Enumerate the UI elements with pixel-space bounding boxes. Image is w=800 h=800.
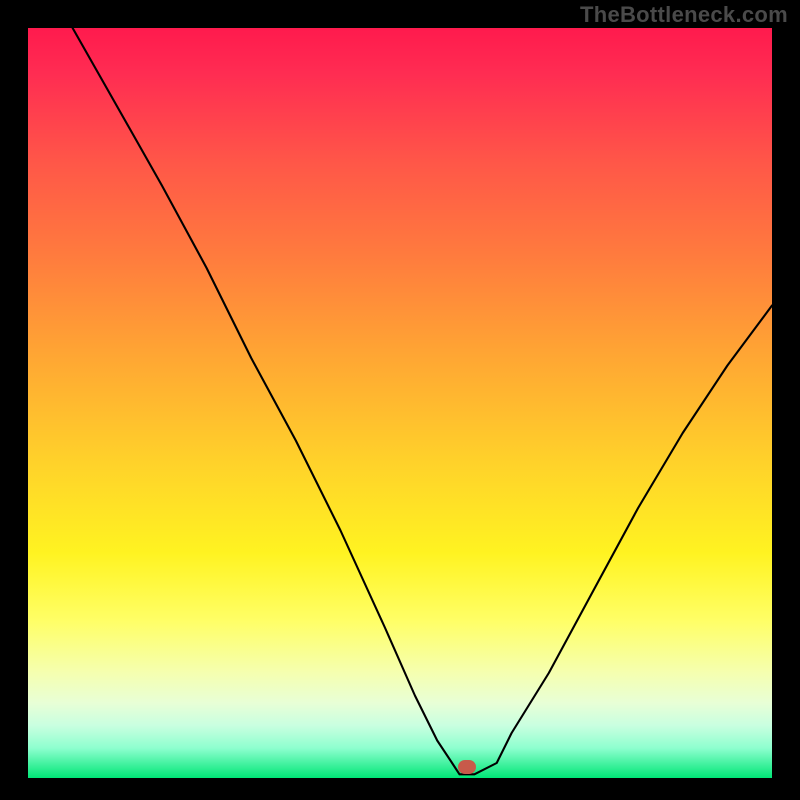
plot-area xyxy=(28,28,772,778)
bottleneck-curve xyxy=(28,28,772,778)
watermark-text: TheBottleneck.com xyxy=(580,2,788,28)
curve-path xyxy=(73,28,772,774)
optimum-marker xyxy=(458,760,476,774)
chart-frame: TheBottleneck.com xyxy=(0,0,800,800)
